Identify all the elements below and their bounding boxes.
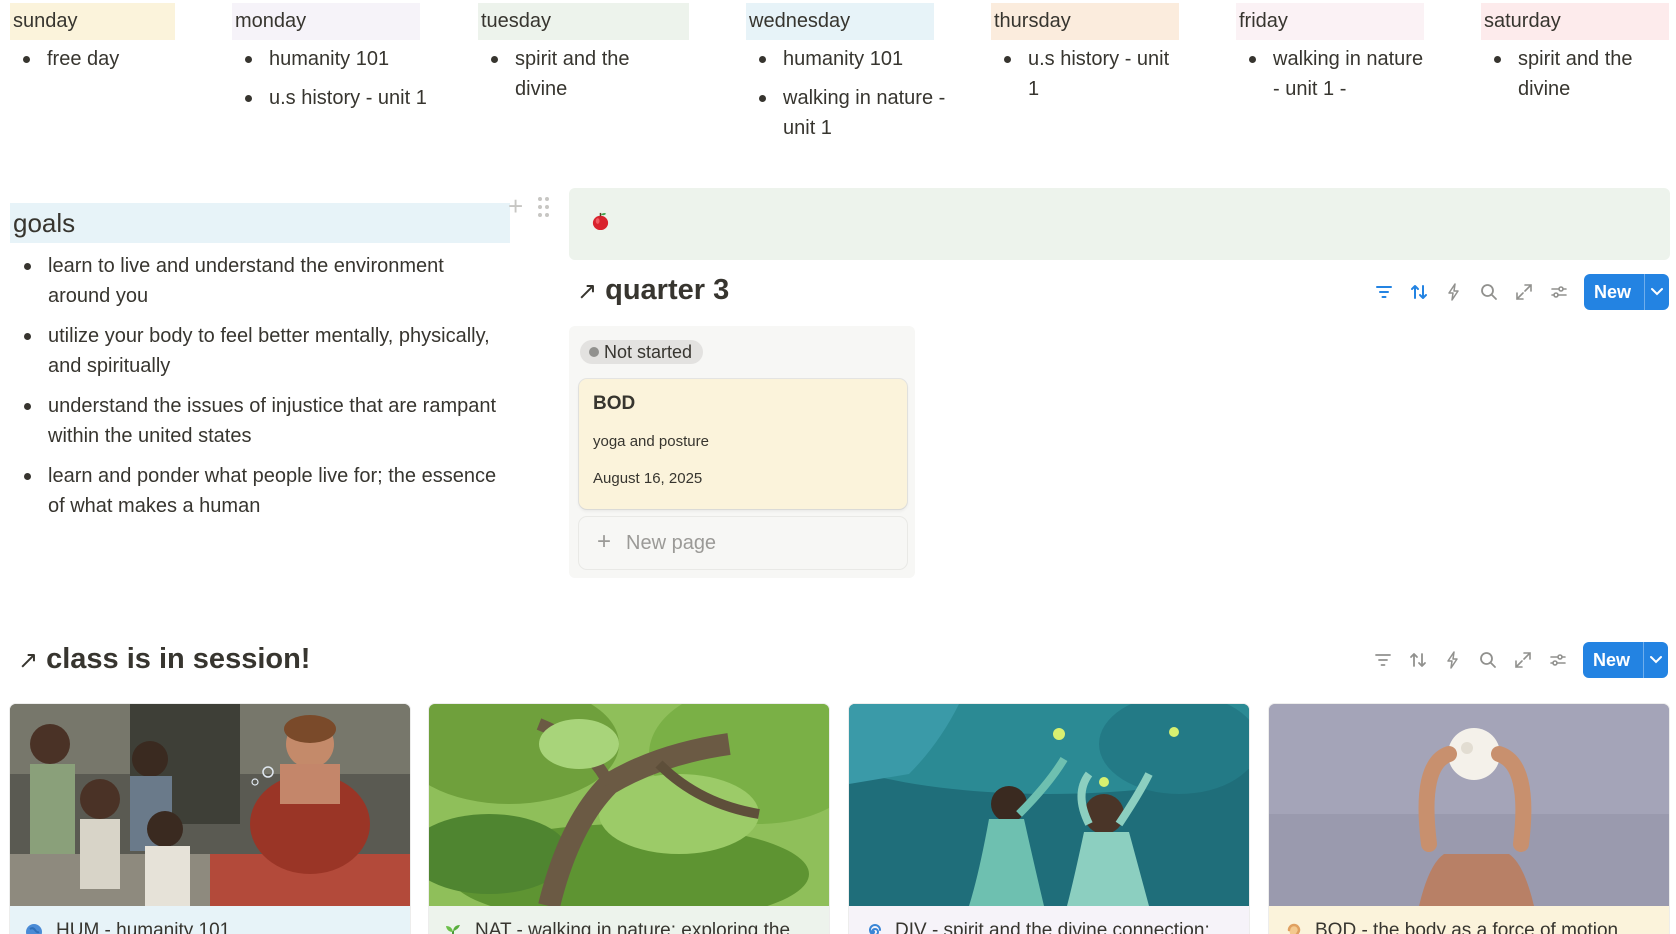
gallery-card-div[interactable]: DIV - spirit and the divine connection: xyxy=(849,704,1249,934)
settings-sliders-icon[interactable] xyxy=(1548,650,1568,670)
cover-image-children-blowing-bubbles xyxy=(10,704,410,906)
new-page-label: New page xyxy=(626,532,717,554)
plus-icon: + xyxy=(597,528,612,555)
link-arrow-icon: ↗ xyxy=(577,278,598,305)
day-column-tuesday: tuesday spirit and the divine xyxy=(478,3,689,113)
database-title-quarter-3[interactable]: ↗ quarter 3 xyxy=(577,274,729,307)
expand-icon[interactable] xyxy=(1514,282,1534,302)
goal-item: learn to live and understand the environ… xyxy=(10,251,510,311)
card-date: August 16, 2025 xyxy=(593,470,703,487)
board-card[interactable]: BOD yoga and posture August 16, 2025 xyxy=(579,379,907,509)
sprout-icon xyxy=(446,925,460,934)
button-divider xyxy=(1643,642,1644,678)
globe-icon xyxy=(26,924,42,934)
day-heading: thursday xyxy=(991,3,1179,40)
card-footer: NAT - walking in nature: exploring the xyxy=(429,906,829,934)
database-title-text: quarter 3 xyxy=(605,274,730,306)
list-item: walking in nature - unit 1 - xyxy=(1236,44,1426,104)
day-heading: friday xyxy=(1236,3,1424,40)
automation-bolt-icon[interactable] xyxy=(1444,282,1464,302)
card-footer: BOD - the body as a force of motion xyxy=(1269,906,1669,934)
sort-icon[interactable] xyxy=(1409,282,1429,302)
day-column-saturday: saturday spirit and the divine xyxy=(1481,3,1671,113)
day-column-thursday: thursday u.s history - unit 1 xyxy=(991,3,1181,113)
callout-block xyxy=(569,188,1670,260)
sort-icon[interactable] xyxy=(1408,650,1428,670)
new-page-button[interactable]: + New page xyxy=(579,517,907,569)
list-item: u.s history - unit 1 xyxy=(232,83,432,113)
chevron-down-icon[interactable] xyxy=(1650,286,1664,298)
spiral-icon xyxy=(869,924,881,934)
cover-image-fireflies-painting xyxy=(849,704,1249,906)
gallery-card-bod[interactable]: BOD - the body as a force of motion xyxy=(1269,704,1669,934)
day-heading: sunday xyxy=(10,3,175,40)
card-title: BOD xyxy=(593,393,636,414)
link-arrow-icon: ↗ xyxy=(18,647,39,674)
new-button-label: New xyxy=(1593,650,1631,670)
card-name: NAT - walking in nature: exploring the xyxy=(475,920,791,934)
ear-icon xyxy=(1287,923,1301,934)
card-footer: HUM - humanity 101 xyxy=(10,906,410,934)
gallery-card-hum[interactable]: HUM - humanity 101 xyxy=(10,704,410,934)
cover-image-tree-canopy xyxy=(429,704,829,906)
add-block-icon[interactable]: + xyxy=(508,193,523,219)
database-title-class-is-in-session[interactable]: ↗ class is in session! xyxy=(18,643,310,676)
day-column-monday: monday humanity 101 u.s history - unit 1 xyxy=(232,3,432,122)
goal-item: utilize your body to feel better mentall… xyxy=(10,321,510,381)
list-item: spirit and the divine xyxy=(1481,44,1671,104)
day-heading: monday xyxy=(232,3,420,40)
list-item: free day xyxy=(10,44,200,74)
database-title-text: class is in session! xyxy=(46,643,311,675)
database-toolbar: New xyxy=(1369,274,1669,310)
list-item: humanity 101 xyxy=(746,44,946,74)
search-icon[interactable] xyxy=(1479,282,1499,302)
card-name: BOD - the body as a force of motion xyxy=(1315,920,1619,934)
automation-bolt-icon[interactable] xyxy=(1443,650,1463,670)
settings-sliders-icon[interactable] xyxy=(1549,282,1569,302)
day-heading: saturday xyxy=(1481,3,1669,40)
filter-icon[interactable] xyxy=(1374,282,1394,302)
day-heading: tuesday xyxy=(478,3,689,40)
status-dot xyxy=(589,347,599,357)
day-column-friday: friday walking in nature - unit 1 - xyxy=(1236,3,1426,113)
cover-image-hands-holding-moon xyxy=(1269,704,1669,906)
chevron-down-icon[interactable] xyxy=(1649,654,1663,666)
database-toolbar: New xyxy=(1368,642,1668,678)
list-item: humanity 101 xyxy=(232,44,432,74)
goals-heading: goals xyxy=(10,203,510,243)
list-item: u.s history - unit 1 xyxy=(991,44,1181,104)
goal-item: understand the issues of injustice that … xyxy=(10,391,510,451)
card-subtitle: yoga and posture xyxy=(593,433,709,450)
list-item: spirit and the divine xyxy=(478,44,678,104)
expand-icon[interactable] xyxy=(1513,650,1533,670)
list-item: walking in nature - unit 1 xyxy=(746,83,946,143)
button-divider xyxy=(1644,274,1645,310)
card-footer: DIV - spirit and the divine connection: xyxy=(849,906,1249,934)
goal-item: learn and ponder what people live for; t… xyxy=(10,461,510,521)
new-button-label: New xyxy=(1594,282,1632,302)
day-heading: wednesday xyxy=(746,3,934,40)
filter-icon[interactable] xyxy=(1373,650,1393,670)
new-entry-button[interactable]: New xyxy=(1584,274,1669,310)
card-name: HUM - humanity 101 xyxy=(56,920,231,934)
day-column-sunday: sunday free day xyxy=(10,3,200,83)
goals-section: goals learn to live and understand the e… xyxy=(10,203,510,531)
board-group-not-started: Not started BOD yoga and posture August … xyxy=(569,326,915,578)
drag-handle-icon[interactable] xyxy=(538,197,550,217)
gallery-card-nat[interactable]: NAT - walking in nature: exploring the xyxy=(429,704,829,934)
apple-icon xyxy=(592,212,609,231)
search-icon[interactable] xyxy=(1478,650,1498,670)
new-entry-button[interactable]: New xyxy=(1583,642,1668,678)
card-name: DIV - spirit and the divine connection: xyxy=(895,920,1210,934)
status-badge[interactable]: Not started xyxy=(580,340,704,364)
day-column-wednesday: wednesday humanity 101 walking in nature… xyxy=(746,3,946,152)
status-label: Not started xyxy=(604,342,693,362)
